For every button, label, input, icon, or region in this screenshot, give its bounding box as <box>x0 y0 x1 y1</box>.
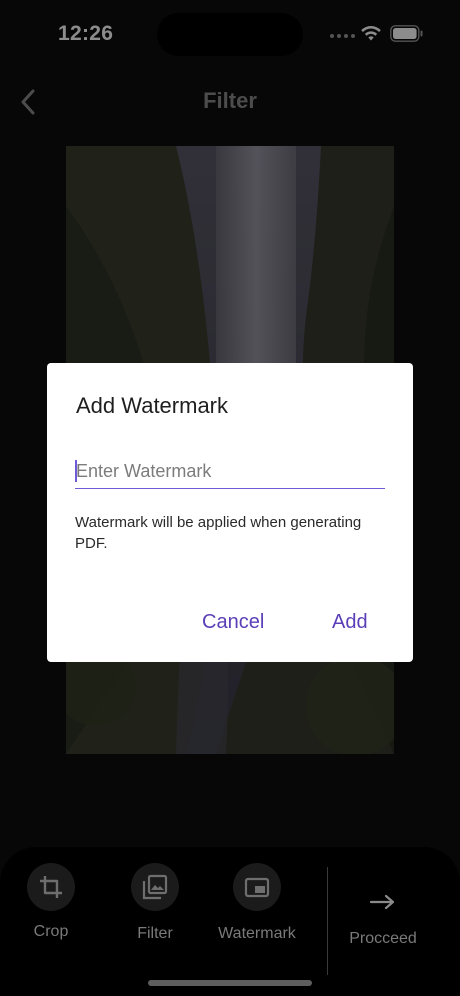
image-icon <box>142 874 168 900</box>
filter-tool-button[interactable]: Filter <box>110 863 200 943</box>
helper-text: Watermark will be applied when generatin… <box>75 514 362 552</box>
watermark-icon <box>244 877 270 898</box>
watermark-label: Watermark <box>218 925 296 942</box>
filter-label: Filter <box>137 925 173 942</box>
watermark-tool-button[interactable]: Watermark <box>212 863 302 943</box>
cancel-button[interactable]: Cancel <box>202 611 264 634</box>
crop-label: Crop <box>33 923 69 940</box>
watermark-input[interactable] <box>75 455 385 489</box>
proceed-label: Procceed <box>349 930 417 947</box>
crop-icon <box>40 876 62 898</box>
crop-tool-button[interactable]: Crop <box>6 863 96 941</box>
bottom-toolbar: Crop Filter Watermark Procceed <box>0 847 460 996</box>
dialog-title: Add Watermark <box>76 393 229 418</box>
add-watermark-dialog: Add Watermark Watermark will be applied … <box>47 363 413 662</box>
text-cursor <box>75 460 77 482</box>
proceed-button[interactable]: Procceed <box>334 893 432 948</box>
arrow-right-icon <box>369 894 395 910</box>
toolbar-divider <box>327 867 328 975</box>
add-button[interactable]: Add <box>332 611 368 634</box>
home-indicator <box>148 980 312 986</box>
